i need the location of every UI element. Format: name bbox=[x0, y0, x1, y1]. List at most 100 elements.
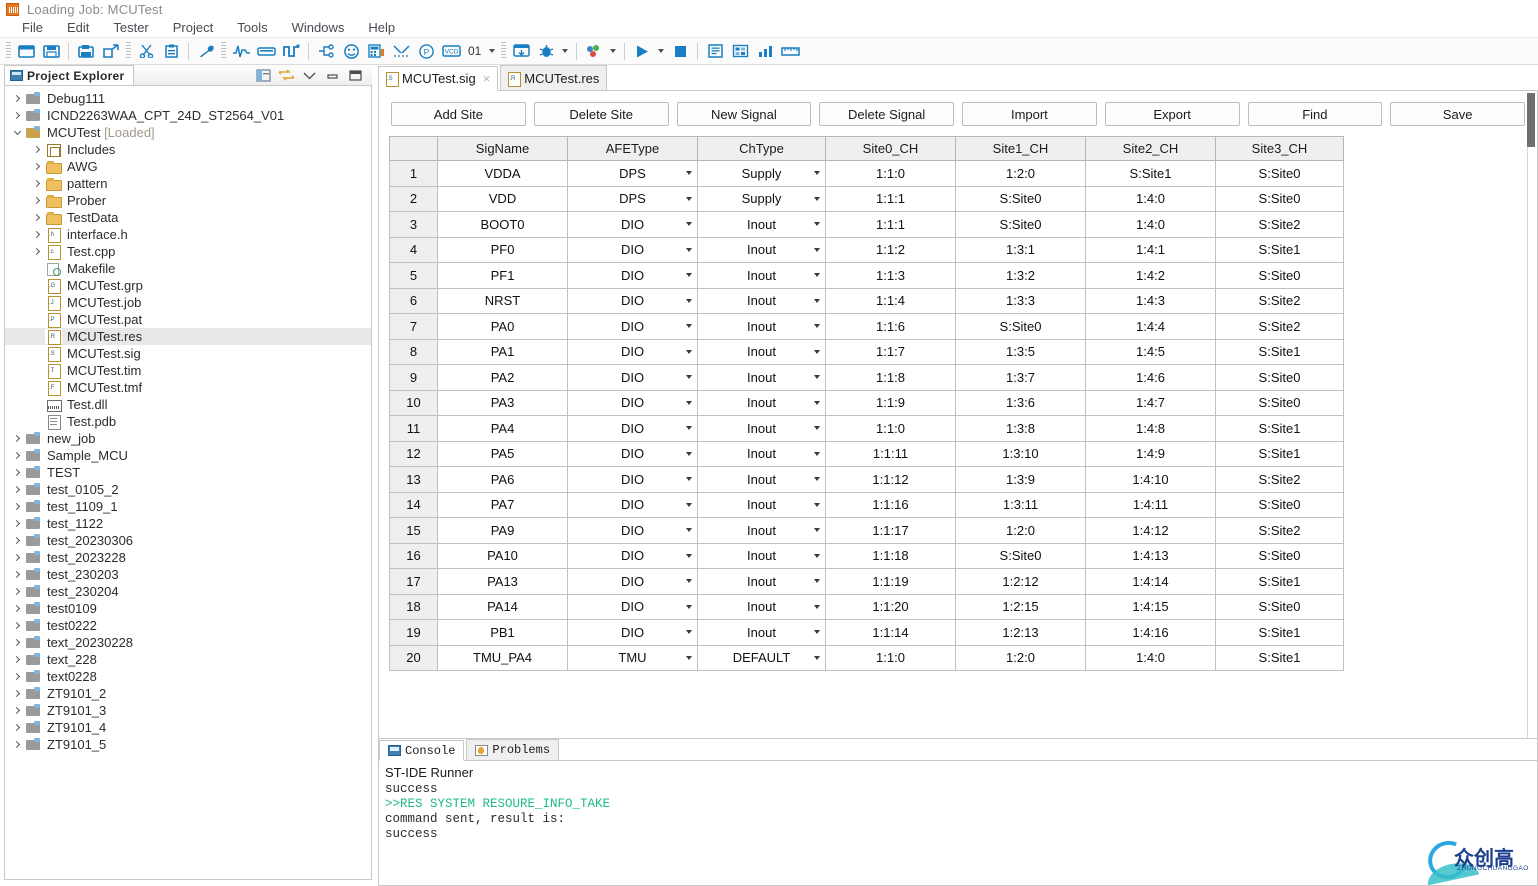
run-icon[interactable] bbox=[630, 40, 654, 62]
console-output[interactable]: success >>RES SYSTEM RESOURE_INFO_TAKE com… bbox=[379, 782, 1537, 842]
row-number[interactable]: 19 bbox=[389, 619, 438, 646]
cell-signame[interactable]: PA14 bbox=[437, 593, 568, 620]
cell-site2_ch[interactable]: 1:4:11 bbox=[1085, 491, 1216, 518]
cell-site2_ch[interactable]: 1:4:12 bbox=[1085, 517, 1216, 544]
cell-site1_ch[interactable]: S:Site0 bbox=[955, 313, 1086, 340]
cell-signame[interactable]: PA2 bbox=[437, 364, 568, 391]
row-number[interactable]: 7 bbox=[389, 313, 438, 340]
tree-item[interactable]: .J MCUTest.job bbox=[5, 294, 371, 311]
row-number[interactable]: 5 bbox=[389, 262, 438, 289]
cell-site3_ch[interactable]: S:Site1 bbox=[1215, 644, 1344, 671]
column-header-site0_ch[interactable]: Site0_CH bbox=[825, 136, 956, 161]
cell-site1_ch[interactable]: 1:3:3 bbox=[955, 287, 1086, 314]
pattern-icon[interactable] bbox=[279, 40, 303, 62]
chevron-down-icon[interactable] bbox=[814, 375, 820, 380]
cell-chtype-dropdown[interactable]: Inout bbox=[697, 313, 826, 340]
tree-item[interactable]: text_228 bbox=[5, 651, 371, 668]
cell-signame[interactable]: BOOT0 bbox=[437, 211, 568, 238]
editor-tab[interactable]: .R MCUTest.res bbox=[500, 65, 608, 90]
cell-site1_ch[interactable]: 1:3:1 bbox=[955, 236, 1086, 263]
chevron-down-icon[interactable] bbox=[686, 477, 692, 482]
chevron-down-icon[interactable] bbox=[814, 655, 820, 660]
cell-site3_ch[interactable]: S:Site1 bbox=[1215, 236, 1344, 263]
table-row[interactable]: 17 PA13 DIO Inout 1:1:19 1:2:12 1:4:14 S:Site1 bbox=[389, 568, 1344, 595]
cell-site0_ch[interactable]: 1:1:20 bbox=[825, 593, 956, 620]
chevron-down-icon[interactable] bbox=[814, 579, 820, 584]
menu-item-tools[interactable]: Tools bbox=[225, 19, 279, 36]
table-row[interactable]: 18 PA14 DIO Inout 1:1:20 1:2:15 1:4:15 S:Site0 bbox=[389, 593, 1344, 620]
tree-item[interactable]: AWG bbox=[5, 158, 371, 175]
chevron-down-icon[interactable] bbox=[814, 553, 820, 558]
chevron-right-icon[interactable] bbox=[9, 465, 25, 481]
cell-chtype-dropdown[interactable]: Inout bbox=[697, 211, 826, 238]
cell-site2_ch[interactable]: 1:4:5 bbox=[1085, 338, 1216, 365]
chevron-down-icon[interactable] bbox=[686, 426, 692, 431]
tree-item[interactable]: ZT9101_4 bbox=[5, 719, 371, 736]
cell-site1_ch[interactable]: S:Site0 bbox=[955, 211, 1086, 238]
cell-site0_ch[interactable]: 1:1:8 bbox=[825, 364, 956, 391]
cell-afetype-dropdown[interactable]: DIO bbox=[567, 415, 698, 442]
tree-item[interactable]: Makefile bbox=[5, 260, 371, 277]
table-row[interactable]: 8 PA1 DIO Inout 1:1:7 1:3:5 1:4:5 S:Site1 bbox=[389, 338, 1344, 365]
cell-site0_ch[interactable]: 1:1:9 bbox=[825, 389, 956, 416]
chevron-down-icon-2[interactable] bbox=[559, 40, 571, 62]
table-row[interactable]: 4 PF0 DIO Inout 1:1:2 1:3:1 1:4:1 S:Site1 bbox=[389, 236, 1344, 263]
cell-afetype-dropdown[interactable]: DIO bbox=[567, 517, 698, 544]
chevron-right-icon[interactable] bbox=[9, 669, 25, 685]
cell-chtype-dropdown[interactable]: Inout bbox=[697, 466, 826, 493]
chevron-down-icon[interactable] bbox=[686, 655, 692, 660]
cell-site0_ch[interactable]: 1:1:17 bbox=[825, 517, 956, 544]
cell-site2_ch[interactable]: 1:4:0 bbox=[1085, 211, 1216, 238]
waveform-icon[interactable] bbox=[229, 40, 253, 62]
cell-signame[interactable]: VDD bbox=[437, 185, 568, 212]
new-job-icon[interactable] bbox=[74, 40, 98, 62]
column-header-signame[interactable]: SigName bbox=[437, 136, 568, 161]
delete-signal-button[interactable]: Delete Signal bbox=[819, 102, 954, 126]
row-number[interactable]: 16 bbox=[389, 542, 438, 569]
chevron-down-icon[interactable] bbox=[814, 171, 820, 176]
tree-item[interactable]: test_2023228 bbox=[5, 549, 371, 566]
scrollbar-thumb[interactable] bbox=[1527, 93, 1535, 147]
cell-chtype-dropdown[interactable]: Supply bbox=[697, 185, 826, 212]
chevron-right-icon[interactable] bbox=[9, 516, 25, 532]
cell-chtype-dropdown[interactable]: Inout bbox=[697, 517, 826, 544]
chevron-down-icon[interactable] bbox=[686, 630, 692, 635]
chevron-down-icon[interactable] bbox=[686, 528, 692, 533]
chevron-down-icon[interactable] bbox=[814, 528, 820, 533]
cell-site2_ch[interactable]: 1:4:14 bbox=[1085, 568, 1216, 595]
cell-site3_ch[interactable]: S:Site0 bbox=[1215, 389, 1344, 416]
table-row[interactable]: 7 PA0 DIO Inout 1:1:6 S:Site0 1:4:4 S:Site2 bbox=[389, 313, 1344, 340]
cell-signame[interactable]: VDDA bbox=[437, 160, 568, 187]
toolbar-grip-3[interactable] bbox=[221, 42, 226, 60]
chevron-down-icon[interactable] bbox=[814, 604, 820, 609]
cell-site3_ch[interactable]: S:Site2 bbox=[1215, 211, 1344, 238]
cell-site3_ch[interactable]: S:Site0 bbox=[1215, 262, 1344, 289]
minimize-icon[interactable] bbox=[324, 67, 341, 83]
chevron-right-icon[interactable] bbox=[9, 584, 25, 600]
toolbar-grip[interactable] bbox=[6, 42, 11, 60]
export-job-icon[interactable] bbox=[99, 40, 123, 62]
datalog-icon[interactable] bbox=[509, 40, 533, 62]
cell-chtype-dropdown[interactable]: Inout bbox=[697, 389, 826, 416]
maximize-icon[interactable] bbox=[347, 67, 364, 83]
cell-site2_ch[interactable]: 1:4:8 bbox=[1085, 415, 1216, 442]
cell-chtype-dropdown[interactable]: Inout bbox=[697, 593, 826, 620]
delete-site-button[interactable]: Delete Site bbox=[533, 102, 669, 126]
chevron-down-icon[interactable] bbox=[814, 222, 820, 227]
cell-site3_ch[interactable]: S:Site1 bbox=[1215, 338, 1344, 365]
cell-site0_ch[interactable]: 1:1:3 bbox=[825, 262, 956, 289]
chevron-right-icon[interactable] bbox=[9, 533, 25, 549]
cell-site1_ch[interactable]: 1:3:10 bbox=[955, 440, 1086, 467]
view-menu-icon[interactable] bbox=[301, 67, 318, 83]
row-number[interactable]: 14 bbox=[389, 491, 438, 518]
editor-tab[interactable]: .S MCUTest.sig × bbox=[378, 66, 499, 91]
chevron-down-icon[interactable] bbox=[686, 400, 692, 405]
chevron-down-icon[interactable] bbox=[686, 247, 692, 252]
cell-site2_ch[interactable]: 1:4:2 bbox=[1085, 262, 1216, 289]
row-number[interactable]: 18 bbox=[389, 593, 438, 620]
cell-site2_ch[interactable]: 1:4:1 bbox=[1085, 236, 1216, 263]
cell-signame[interactable]: PF1 bbox=[437, 262, 568, 289]
color-icon[interactable] bbox=[582, 40, 606, 62]
cell-site3_ch[interactable]: S:Site0 bbox=[1215, 185, 1344, 212]
column-header-chtype[interactable]: ChType bbox=[697, 136, 826, 161]
